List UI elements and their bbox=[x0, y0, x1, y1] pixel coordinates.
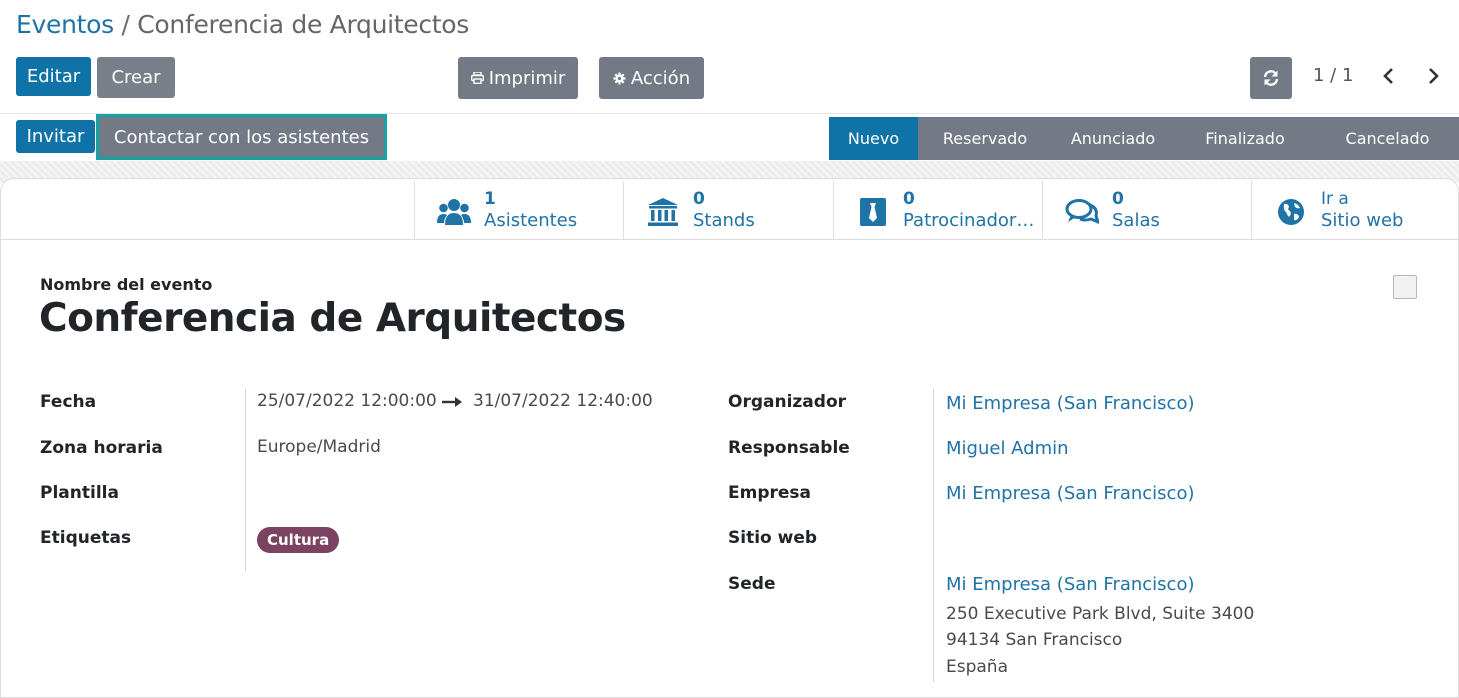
gear-icon bbox=[613, 72, 626, 84]
website-field-label: Sitio web bbox=[728, 528, 818, 548]
company-link[interactable]: Mi Empresa (San Francisco) bbox=[946, 483, 1195, 504]
arrow-right-icon bbox=[442, 397, 462, 407]
refresh-button[interactable] bbox=[1250, 57, 1292, 99]
left-group-divider bbox=[245, 389, 246, 571]
date-end[interactable]: 31/07/2022 12:40:00 bbox=[473, 391, 653, 411]
breadcrumb-separator: / bbox=[121, 10, 130, 39]
bank-icon bbox=[646, 195, 680, 229]
create-button[interactable]: Crear bbox=[97, 57, 175, 98]
edit-button[interactable]: Editar bbox=[16, 57, 91, 96]
breadcrumb-current: Conferencia de Arquitectos bbox=[137, 10, 470, 39]
smart-button-attendees[interactable]: 1 Asistentes bbox=[414, 181, 624, 240]
timezone-value[interactable]: Europe/Madrid bbox=[257, 437, 381, 457]
responsible-link[interactable]: Miguel Admin bbox=[946, 438, 1069, 459]
rooms-count: 0 bbox=[1112, 189, 1124, 209]
refresh-icon bbox=[1263, 70, 1279, 86]
venue-link[interactable]: Mi Empresa (San Francisco) bbox=[946, 574, 1195, 595]
stage-label: Finalizado bbox=[1205, 129, 1285, 148]
tags-label: Etiquetas bbox=[40, 528, 132, 548]
contact-attendees-button[interactable]: Contactar con los asistentes bbox=[96, 114, 387, 160]
stage-statusbar: Nuevo Reservado Anunciado Finalizado Can… bbox=[829, 117, 1459, 160]
invite-button[interactable]: Invitar bbox=[16, 120, 95, 153]
date-label: Fecha bbox=[40, 392, 97, 412]
breadcrumb-eventos-link[interactable]: Eventos bbox=[16, 10, 114, 39]
event-name[interactable]: Conferencia de Arquitectos bbox=[39, 296, 626, 341]
event-name-label: Nombre del evento bbox=[40, 275, 213, 294]
sponsor-icon bbox=[856, 195, 890, 229]
globe-icon bbox=[1274, 195, 1308, 229]
stage-label: Nuevo bbox=[847, 129, 900, 148]
comments-icon bbox=[1065, 195, 1099, 229]
venue-label: Sede bbox=[728, 574, 776, 594]
rooms-label: Salas bbox=[1112, 210, 1160, 231]
print-label: Imprimir bbox=[488, 67, 566, 89]
stage-label: Anunciado bbox=[1070, 129, 1156, 148]
users-icon bbox=[437, 195, 471, 229]
stands-label: Stands bbox=[693, 210, 755, 231]
website-label: Sitio web bbox=[1321, 210, 1404, 231]
status-checkbox[interactable] bbox=[1393, 275, 1417, 299]
right-group-divider bbox=[933, 389, 934, 682]
print-button[interactable]: Imprimir bbox=[458, 57, 578, 99]
smart-button-stands[interactable]: 0 Stands bbox=[623, 181, 834, 240]
organizer-label: Organizador bbox=[728, 392, 847, 412]
stage-reservado[interactable]: Reservado bbox=[918, 117, 1040, 160]
attendees-label: Asistentes bbox=[484, 210, 578, 231]
print-icon bbox=[470, 72, 484, 84]
stage-cancelado[interactable]: Cancelado bbox=[1304, 117, 1459, 160]
tag-badge[interactable]: Cultura bbox=[257, 527, 340, 553]
breadcrumb: Eventos / Conferencia de Arquitectos bbox=[16, 10, 469, 39]
stage-nuevo[interactable]: Nuevo bbox=[829, 117, 918, 160]
next-arrow-icon[interactable] bbox=[1424, 66, 1442, 86]
stage-label: Reservado bbox=[942, 129, 1028, 148]
previous-arrow-icon[interactable] bbox=[1380, 66, 1398, 86]
stage-anunciado[interactable]: Anunciado bbox=[1040, 117, 1174, 160]
date-start[interactable]: 25/07/2022 12:00:00 bbox=[257, 391, 437, 411]
smart-button-sponsors[interactable]: 0 Patrocinador… bbox=[833, 181, 1043, 240]
smart-button-website[interactable]: Ir a Sitio web bbox=[1251, 181, 1459, 240]
venue-address-line2: 94134 San Francisco bbox=[946, 630, 1123, 650]
smart-button-rooms[interactable]: 0 Salas bbox=[1042, 181, 1252, 240]
company-label: Empresa bbox=[728, 483, 811, 503]
sponsors-count: 0 bbox=[903, 189, 915, 209]
stage-label: Cancelado bbox=[1345, 129, 1430, 148]
venue-address-line3: España bbox=[946, 657, 1008, 677]
stands-count: 0 bbox=[693, 189, 705, 209]
sponsors-label: Patrocinador… bbox=[903, 210, 1035, 231]
website-goto-label: Ir a bbox=[1321, 189, 1349, 209]
organizer-link[interactable]: Mi Empresa (San Francisco) bbox=[946, 393, 1195, 414]
timezone-label: Zona horaria bbox=[40, 438, 163, 458]
template-label: Plantilla bbox=[40, 483, 119, 503]
stage-finalizado[interactable]: Finalizado bbox=[1174, 117, 1304, 160]
responsible-label: Responsable bbox=[728, 438, 850, 458]
attendees-count: 1 bbox=[484, 189, 496, 209]
action-label: Acción bbox=[630, 67, 691, 89]
venue-address-line1: 250 Executive Park Blvd, Suite 3400 bbox=[946, 604, 1255, 624]
action-button[interactable]: Acción bbox=[599, 57, 704, 99]
pager-value[interactable]: 1 / 1 bbox=[1313, 65, 1353, 86]
